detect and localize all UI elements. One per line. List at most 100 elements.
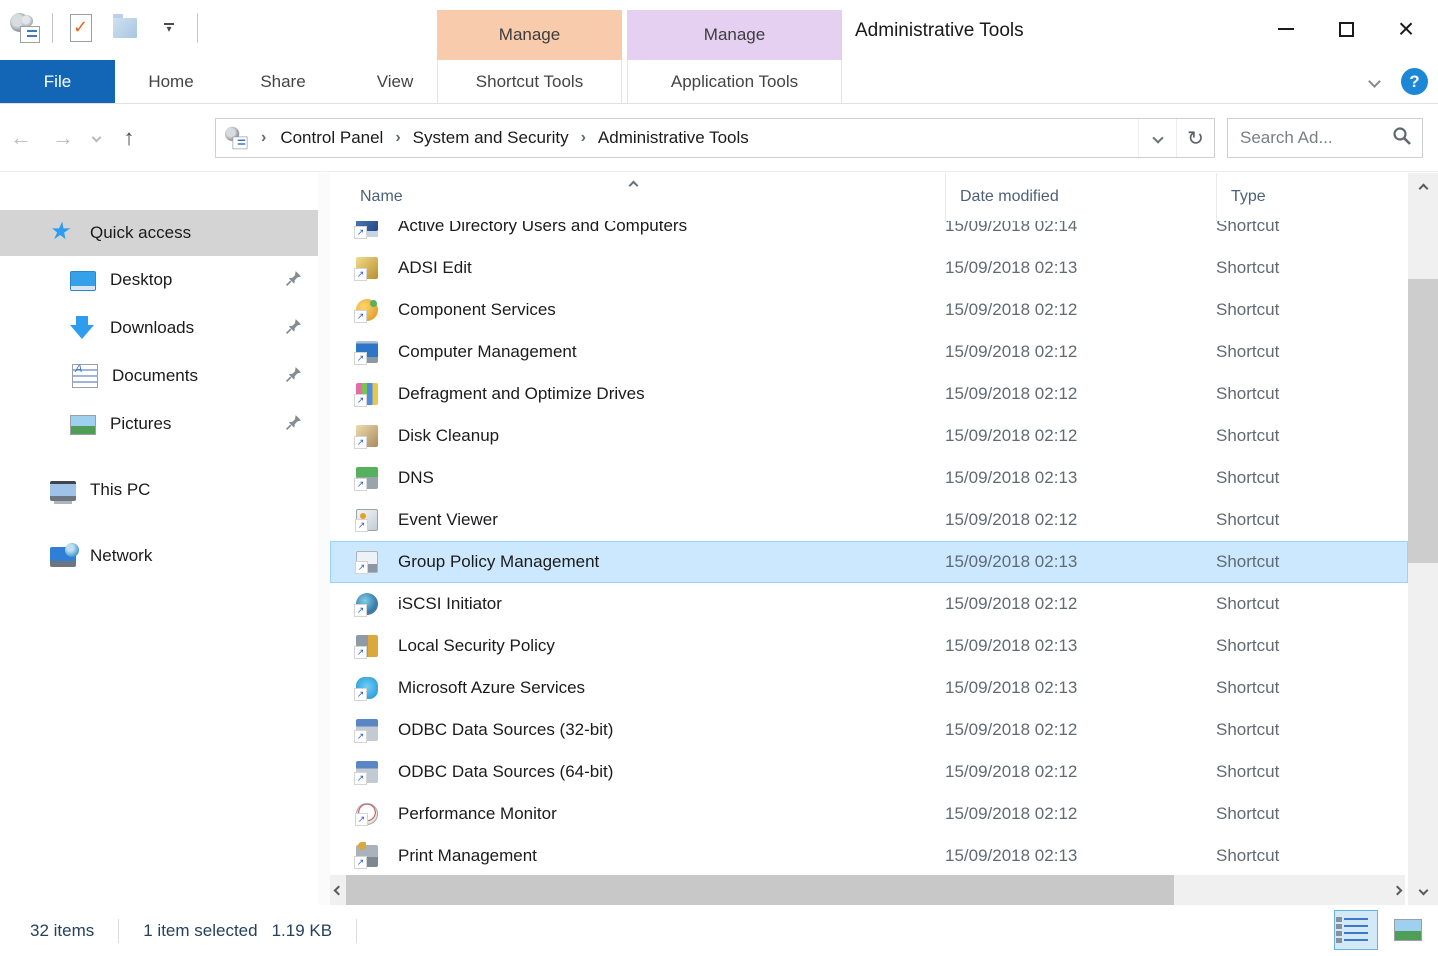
computer-management-icon: [356, 341, 378, 363]
file-row[interactable]: Computer Management15/09/2018 02:12Short…: [330, 331, 1408, 373]
sidebar-item-quick-access[interactable]: Quick access: [0, 210, 318, 256]
file-row[interactable]: Performance Monitor15/09/2018 02:12Short…: [330, 793, 1408, 835]
file-row[interactable]: Disk Cleanup15/09/2018 02:12Shortcut: [330, 415, 1408, 457]
file-name: iSCSI Initiator: [398, 594, 945, 614]
odbc-icon: [356, 719, 378, 741]
address-dropdown-button[interactable]: [1138, 119, 1176, 157]
file-type: Shortcut: [1216, 720, 1408, 740]
forward-arrow-icon: →: [52, 125, 74, 150]
close-button[interactable]: ×: [1376, 6, 1436, 52]
maximize-button[interactable]: [1316, 6, 1376, 52]
column-header-date-modified[interactable]: Date modified: [945, 173, 1216, 221]
address-bar-right: ↻: [1138, 119, 1214, 157]
file-row[interactable]: Microsoft Azure Services15/09/2018 02:13…: [330, 667, 1408, 709]
minimize-ribbon-button[interactable]: [1370, 73, 1379, 91]
file-type: Shortcut: [1216, 510, 1408, 530]
pin-icon: [285, 270, 302, 292]
file-row[interactable]: Active Directory Users and Computers15/0…: [330, 221, 1408, 247]
tab-application-tools[interactable]: Application Tools: [627, 60, 842, 103]
breadcrumb-item-system-and-security[interactable]: System and Security: [407, 128, 575, 148]
file-date: 15/09/2018 02:12: [945, 720, 1216, 740]
file-date: 15/09/2018 02:12: [945, 426, 1216, 446]
column-header-name[interactable]: Name: [360, 188, 945, 206]
new-folder-button[interactable]: [109, 12, 141, 44]
forward-button[interactable]: →: [42, 125, 84, 151]
sidebar-item-pictures[interactable]: Pictures: [0, 400, 318, 448]
tab-view[interactable]: View: [339, 60, 451, 103]
tab-shortcut-tools[interactable]: Shortcut Tools: [437, 60, 622, 103]
shortcut-tools-header: Manage: [437, 10, 622, 60]
tab-file[interactable]: File: [0, 60, 115, 103]
scroll-down-button[interactable]: [1408, 879, 1438, 901]
vertical-scrollbar-thumb[interactable]: [1408, 279, 1438, 563]
file-row[interactable]: ADSI Edit15/09/2018 02:13Shortcut: [330, 247, 1408, 289]
address-bar[interactable]: › Control Panel›System and Security›Admi…: [215, 118, 1215, 158]
horizontal-scrollbar-thumb[interactable]: [346, 875, 1174, 905]
scroll-left-button[interactable]: [330, 875, 346, 905]
view-buttons: [1334, 910, 1430, 950]
file-row[interactable]: Event Viewer15/09/2018 02:12Shortcut: [330, 499, 1408, 541]
separator: [52, 13, 53, 43]
up-button[interactable]: ↑: [108, 125, 150, 151]
search-box[interactable]: Search Ad...: [1227, 118, 1423, 158]
event-viewer-icon: [356, 509, 378, 531]
large-icons-view-button[interactable]: [1386, 910, 1430, 950]
refresh-button[interactable]: ↻: [1176, 119, 1214, 157]
breadcrumb-item-administrative-tools[interactable]: Administrative Tools: [592, 128, 755, 148]
details-view-button[interactable]: [1334, 910, 1378, 950]
file-row[interactable]: ODBC Data Sources (32-bit)15/09/2018 02:…: [330, 709, 1408, 751]
breadcrumb-item-control-panel[interactable]: Control Panel: [274, 128, 389, 148]
performance-icon: [356, 803, 378, 825]
checklist-icon: [20, 26, 40, 43]
address-row: ← → ↑ › Control Panel›System and Securit…: [0, 104, 1438, 172]
scroll-up-button[interactable]: [1408, 177, 1438, 199]
vertical-scrollbar[interactable]: [1408, 173, 1438, 905]
minimize-button[interactable]: [1256, 6, 1316, 52]
content-area: Quick accessDesktop Downloads DocumentsPic…: [0, 173, 1438, 905]
file-row[interactable]: Local Security Policy15/09/2018 02:13Sho…: [330, 625, 1408, 667]
file-name: Performance Monitor: [398, 804, 945, 824]
sidebar-item-downloads[interactable]: Downloads: [0, 304, 318, 352]
file-row[interactable]: iSCSI Initiator15/09/2018 02:12Shortcut: [330, 583, 1408, 625]
file-row[interactable]: ODBC Data Sources (64-bit)15/09/2018 02:…: [330, 751, 1408, 793]
tab-home[interactable]: Home: [115, 60, 227, 103]
chevron-down-icon: [1368, 75, 1381, 88]
back-button[interactable]: ←: [0, 125, 42, 151]
file-name: ODBC Data Sources (32-bit): [398, 720, 945, 740]
file-name: Component Services: [398, 300, 945, 320]
file-row[interactable]: Defragment and Optimize Drives15/09/2018…: [330, 373, 1408, 415]
file-row[interactable]: Group Policy Management15/09/2018 02:13S…: [330, 541, 1408, 583]
file-row[interactable]: DNS15/09/2018 02:13Shortcut: [330, 457, 1408, 499]
chevron-up-icon: [1418, 183, 1428, 193]
customize-quick-access-dropdown[interactable]: ▾: [153, 12, 185, 44]
file-name: Event Viewer: [398, 510, 945, 530]
search-input[interactable]: Search Ad...: [1228, 128, 1392, 148]
sidebar-item-network[interactable]: Network: [0, 532, 318, 580]
details-view-icon: [1344, 918, 1368, 942]
network-icon: [50, 547, 76, 567]
scroll-right-button[interactable]: [1389, 875, 1405, 905]
tab-share[interactable]: Share: [227, 60, 339, 103]
sidebar-item-desktop[interactable]: Desktop: [0, 256, 318, 304]
sidebar-item-label: Downloads: [110, 318, 194, 338]
column-header-type[interactable]: Type: [1216, 173, 1408, 221]
file-row[interactable]: Component Services15/09/2018 02:12Shortc…: [330, 289, 1408, 331]
properties-button[interactable]: [65, 12, 97, 44]
file-row[interactable]: Print Management15/09/2018 02:13Shortcut: [330, 835, 1408, 875]
pin-icon: [285, 366, 302, 388]
status-bar: 32 items 1 item selected 1.19 KB: [0, 905, 1438, 956]
file-type: Shortcut: [1216, 384, 1408, 404]
help-button[interactable]: ?: [1401, 68, 1428, 95]
application-tools-header-label: Manage: [704, 25, 765, 45]
divider: [356, 919, 357, 943]
horizontal-scrollbar[interactable]: [330, 875, 1405, 905]
recent-locations-button[interactable]: [84, 134, 108, 141]
file-type: Shortcut: [1216, 594, 1408, 614]
file-type: Shortcut: [1216, 468, 1408, 488]
window-controls: ×: [1256, 6, 1436, 52]
navigation-buttons: ← → ↑: [0, 125, 150, 151]
sidebar-item-documents[interactable]: Documents: [0, 352, 318, 400]
file-type: Shortcut: [1216, 678, 1408, 698]
file-name: Microsoft Azure Services: [398, 678, 945, 698]
sidebar-item-this-pc[interactable]: This PC: [0, 466, 318, 514]
